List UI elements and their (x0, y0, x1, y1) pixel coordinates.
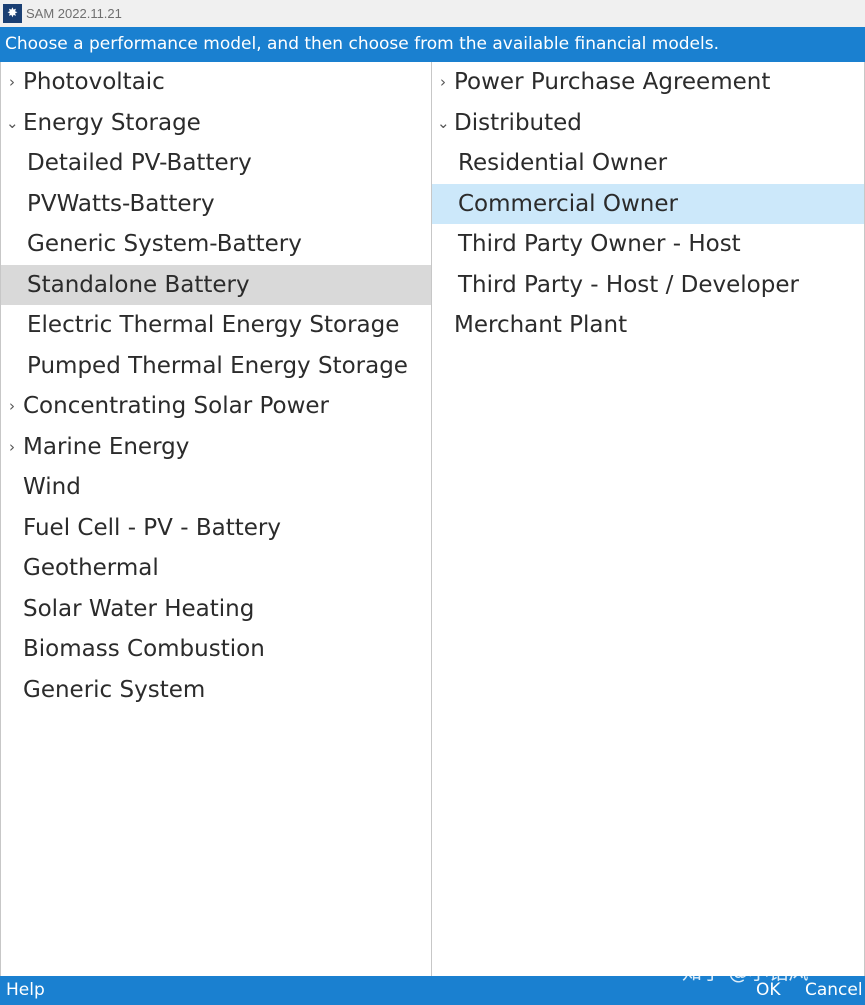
financial-model-list: › Power Purchase Agreement ⌄ Distributed… (432, 62, 865, 976)
tree-item-label: Merchant Plant (454, 312, 628, 338)
tree-item-label: Detailed PV-Battery (27, 150, 252, 176)
tree-item-pvwatts-battery[interactable]: PVWatts-Battery (1, 184, 431, 225)
tree-item-pumped-thermal-energy-storage[interactable]: Pumped Thermal Energy Storage (1, 346, 431, 387)
tree-item-label: Photovoltaic (23, 69, 165, 95)
tree-item-label: Fuel Cell - PV - Battery (23, 514, 281, 541)
tree-item-fuel-cell-pv-battery[interactable]: Fuel Cell - PV - Battery (1, 508, 431, 549)
tree-item-solar-water-heating[interactable]: Solar Water Heating (1, 589, 431, 630)
tree-item-label: Concentrating Solar Power (23, 393, 330, 419)
sam-sun-icon: ✸ (3, 4, 22, 23)
tree-item-standalone-battery[interactable]: Standalone Battery (1, 264, 431, 305)
tree-item-detailed-pv-battery[interactable]: Detailed PV-Battery (1, 143, 431, 184)
tree-item-label: Biomass Combustion (23, 636, 265, 662)
tree-item-label: Wind (23, 474, 81, 500)
tree-item-label: Third Party Owner - Host (458, 231, 741, 257)
tree-item-energy-storage[interactable]: ⌄ Energy Storage (1, 103, 431, 144)
chevron-right-icon[interactable]: › (6, 386, 18, 427)
tree-item-photovoltaic[interactable]: › Photovoltaic (1, 62, 431, 103)
tree-item-biomass-combustion[interactable]: Biomass Combustion (1, 629, 431, 670)
tree-item-label: Commercial Owner (458, 190, 678, 217)
chevron-right-icon[interactable]: › (6, 62, 18, 103)
tree-item-geothermal[interactable]: Geothermal (1, 548, 431, 589)
tree-item-generic-system[interactable]: Generic System (1, 670, 431, 711)
watermark: 知乎 @小钻风 (682, 960, 809, 984)
performance-model-list: › Photovoltaic ⌄ Energy Storage Detailed… (0, 62, 432, 976)
chevron-down-icon[interactable]: ⌄ (437, 103, 450, 144)
tree-item-label: Standalone Battery (27, 271, 250, 298)
tree-item-residential-owner[interactable]: Residential Owner (432, 143, 864, 184)
tree-item-label: Residential Owner (458, 150, 668, 176)
tree-item-electric-thermal-energy-storage[interactable]: Electric Thermal Energy Storage (1, 305, 431, 346)
tree-item-power-purchase-agreement[interactable]: › Power Purchase Agreement (432, 62, 864, 103)
tree-item-distributed[interactable]: ⌄ Distributed (432, 103, 864, 144)
model-selection-panes: › Photovoltaic ⌄ Energy Storage Detailed… (0, 62, 865, 976)
chevron-down-icon[interactable]: ⌄ (6, 103, 19, 144)
chevron-right-icon[interactable]: › (6, 427, 18, 468)
tree-item-commercial-owner[interactable]: Commercial Owner (432, 183, 864, 224)
tree-item-label: Energy Storage (23, 109, 201, 136)
tree-item-label: Pumped Thermal Energy Storage (27, 352, 408, 379)
cancel-button[interactable]: Cancel (805, 976, 863, 1005)
title-bar: ✸ SAM 2022.11.21 (0, 0, 865, 27)
tree-item-label: Generic System (23, 676, 206, 703)
tree-item-label: Third Party - Host / Developer (458, 271, 799, 298)
tree-item-label: Geothermal (23, 555, 159, 581)
tree-item-label: Power Purchase Agreement (454, 69, 771, 95)
help-link[interactable]: Help (6, 976, 45, 1005)
tree-item-label: Generic System-Battery (27, 231, 302, 257)
tree-item-third-party-host-developer[interactable]: Third Party - Host / Developer (432, 265, 864, 306)
tree-item-label: Electric Thermal Energy Storage (27, 312, 400, 338)
tree-item-generic-system-battery[interactable]: Generic System-Battery (1, 224, 431, 265)
tree-item-label: Distributed (454, 109, 582, 136)
tree-item-merchant-plant[interactable]: Merchant Plant (432, 305, 864, 346)
chevron-right-icon[interactable]: › (437, 62, 449, 103)
tree-item-label: PVWatts-Battery (27, 190, 215, 217)
instruction-banner: Choose a performance model, and then cho… (0, 27, 865, 62)
tree-item-label: Solar Water Heating (23, 595, 255, 622)
tree-item-marine-energy[interactable]: › Marine Energy (1, 427, 431, 468)
tree-item-third-party-owner-host[interactable]: Third Party Owner - Host (432, 224, 864, 265)
tree-item-concentrating-solar-power[interactable]: › Concentrating Solar Power (1, 386, 431, 427)
window-title: SAM 2022.11.21 (26, 6, 122, 21)
tree-item-wind[interactable]: Wind (1, 467, 431, 508)
tree-item-label: Marine Energy (23, 433, 190, 460)
